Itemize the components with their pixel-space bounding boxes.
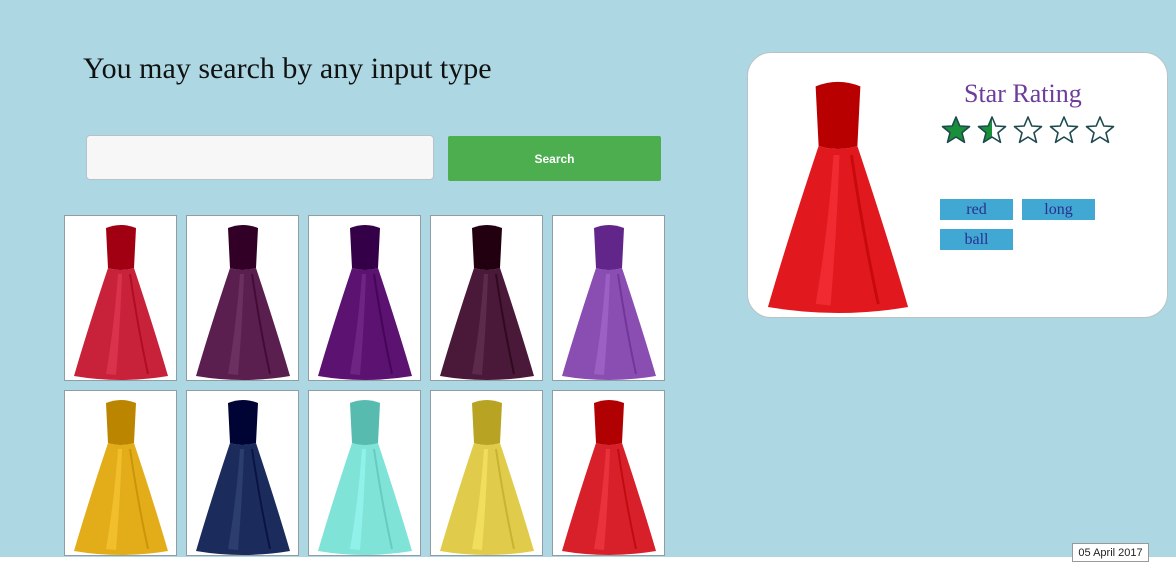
star-icon-3[interactable] xyxy=(1013,115,1043,145)
dress-thumbnail[interactable] xyxy=(552,215,665,381)
dress-yellow-pleated-image xyxy=(73,400,168,555)
dress-thumbnail[interactable] xyxy=(64,215,177,381)
search-button[interactable]: Search xyxy=(448,136,661,181)
dress-red-polka-image xyxy=(561,400,656,555)
selected-dress-image xyxy=(756,61,920,313)
dress-thumbnail[interactable] xyxy=(186,390,299,556)
star-icon-4[interactable] xyxy=(1049,115,1079,145)
date-stamp: 05 April 2017 xyxy=(1072,543,1149,562)
dress-red-short-image xyxy=(73,225,168,380)
search-input[interactable] xyxy=(86,135,434,180)
star-icon-2[interactable] xyxy=(977,115,1007,145)
dress-plum-satin-image xyxy=(439,225,534,380)
star-icon-5[interactable] xyxy=(1085,115,1115,145)
dress-thumbnail[interactable] xyxy=(308,215,421,381)
dress-aqua-tulle-image xyxy=(317,400,412,555)
star-rating[interactable] xyxy=(941,115,1115,145)
star-icon-1[interactable] xyxy=(941,115,971,145)
dress-thumbnail[interactable] xyxy=(430,390,543,556)
dress-purple-strapless-image xyxy=(317,225,412,380)
tag-red[interactable]: red xyxy=(940,199,1013,220)
star-rating-title: Star Rating xyxy=(964,79,1082,108)
dress-detail-card: Star Rating red long ball xyxy=(747,52,1168,318)
dress-thumbnail[interactable] xyxy=(186,215,299,381)
search-heading: You may search by any input type xyxy=(83,52,492,85)
dress-navy-lace-image xyxy=(195,400,290,555)
dress-plum-ruffled-image xyxy=(195,225,290,380)
dress-gold-satin-image xyxy=(439,400,534,555)
dress-lavender-lace-image xyxy=(561,225,656,380)
dress-thumbnail[interactable] xyxy=(430,215,543,381)
dress-grid xyxy=(64,215,674,556)
dress-thumbnail[interactable] xyxy=(552,390,665,556)
tag-long[interactable]: long xyxy=(1022,199,1095,220)
footer-bar xyxy=(0,557,1176,562)
red-ball-gown-image xyxy=(767,81,909,313)
tag-ball[interactable]: ball xyxy=(940,229,1013,250)
tag-list: red long ball xyxy=(940,199,1110,250)
dress-thumbnail[interactable] xyxy=(308,390,421,556)
dress-thumbnail[interactable] xyxy=(64,390,177,556)
